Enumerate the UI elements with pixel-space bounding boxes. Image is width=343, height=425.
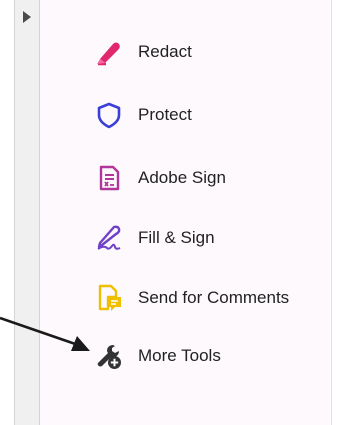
annotation-arrow: [0, 316, 90, 351]
